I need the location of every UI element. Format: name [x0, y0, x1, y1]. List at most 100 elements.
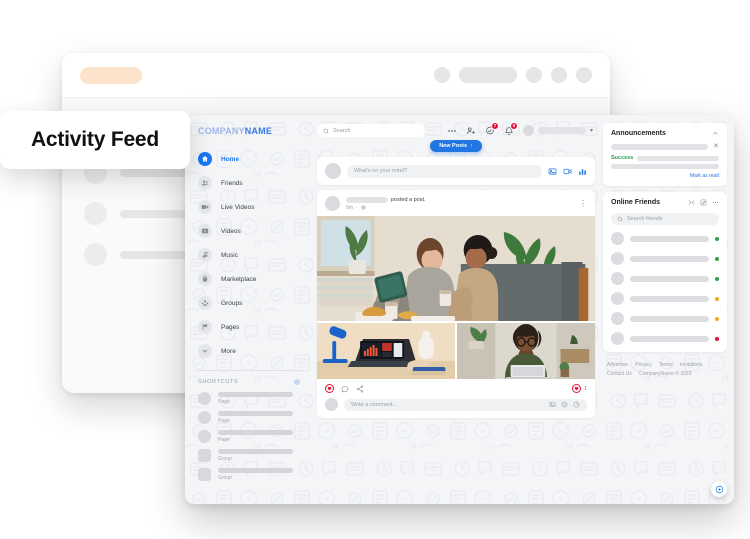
heart-reaction-icon[interactable]: [325, 384, 334, 393]
friend-search-placeholder: Search friends: [627, 216, 663, 222]
sidebar-item-label: Friends: [221, 179, 243, 187]
avatar: [325, 196, 340, 211]
share-icon[interactable]: [356, 385, 364, 393]
photo-icon[interactable]: [548, 167, 557, 176]
post-header: posted a post. 5m · ⋮: [317, 190, 595, 216]
shortcut-name-placeholder: [218, 468, 294, 473]
shortcut-type: Page: [218, 399, 230, 405]
footer-link-privacy[interactable]: Privacy: [635, 362, 651, 368]
online-friends-title: Online Friends: [611, 199, 661, 206]
home-icon: [198, 152, 212, 166]
comment-input[interactable]: Write a comment...: [344, 398, 587, 411]
post-image-couple-on-sofa[interactable]: [317, 216, 595, 321]
messages-icon[interactable]: 7: [485, 121, 499, 136]
post-image-man-with-laptop[interactable]: [457, 323, 595, 379]
chat-floating-button[interactable]: [711, 481, 727, 497]
footer-copyright: CompanyName © 2023: [639, 371, 692, 377]
shortcut-type: Group: [218, 475, 232, 481]
post-action-text: posted a post.: [391, 196, 426, 203]
close-icon[interactable]: ✕: [713, 143, 719, 150]
online-friend-row[interactable]: [611, 232, 719, 245]
footer-link-invitations[interactable]: Invitations: [680, 362, 703, 368]
sidebar-item-videos[interactable]: Videos: [185, 219, 313, 243]
app-topbar: Search 7 6 ▾: [317, 121, 595, 138]
sidebar-item-label: Live Videos: [221, 203, 255, 211]
new-posts-row: New Posts ↑: [317, 140, 595, 152]
profile-menu[interactable]: ▾: [522, 125, 593, 136]
avatar: [198, 449, 211, 462]
heart-reaction-badge-icon: [572, 384, 582, 393]
app-window: 24 COMPANYNAME Home Friends: [185, 115, 734, 504]
friend-search-input[interactable]: Search friends: [611, 213, 719, 225]
sidebar-item-friends[interactable]: Friends: [185, 171, 313, 195]
chevron-up-icon[interactable]: [712, 130, 719, 137]
sidebar-item-label: Marketplace: [221, 275, 257, 283]
footer-link-contact-us[interactable]: Contact Us: [607, 371, 632, 377]
status-badge: Success: [611, 155, 634, 161]
post-author-placeholder: [346, 196, 388, 203]
online-friend-row[interactable]: [611, 312, 719, 325]
comment-icon[interactable]: [341, 385, 349, 393]
reaction-count: 1: [584, 385, 587, 392]
shortcut-item[interactable]: Page: [185, 408, 313, 427]
sidebar-item-music[interactable]: Music: [185, 243, 313, 267]
footer-links: Advertise Privacy Terms Invitations Cont…: [603, 352, 727, 379]
online-friend-row[interactable]: [611, 292, 719, 305]
search-input[interactable]: Search: [317, 124, 425, 137]
shortcut-item[interactable]: Group: [185, 465, 313, 484]
background-toolbar-pill: [459, 67, 517, 83]
sidebar-item-groups[interactable]: Groups: [185, 291, 313, 315]
menu-dots-icon[interactable]: [447, 126, 457, 136]
comment-composer: Write a comment...: [317, 398, 595, 418]
groups-icon: [198, 296, 212, 310]
background-toolbar-right: [434, 67, 592, 83]
video-call-icon[interactable]: [688, 199, 695, 206]
composer-input[interactable]: What's on your mind?: [347, 164, 542, 178]
sidebar-item-live-videos[interactable]: Live Videos: [185, 195, 313, 219]
emoji-icon[interactable]: [561, 401, 568, 408]
more-dots-icon[interactable]: [712, 199, 719, 206]
post-more-options-icon[interactable]: ⋮: [579, 199, 587, 207]
sidebar-item-more[interactable]: More: [185, 339, 313, 363]
avatar: [198, 392, 211, 405]
brand-part-2: NAME: [244, 126, 273, 136]
announcements-header-actions: [712, 130, 719, 137]
video-camera-icon[interactable]: [563, 167, 572, 176]
shortcut-item[interactable]: Page: [185, 389, 313, 408]
mark-as-read-link[interactable]: Mark as read: [611, 173, 719, 179]
new-posts-button[interactable]: New Posts ↑: [430, 140, 482, 152]
friend-name-placeholder: [630, 235, 709, 242]
feed-post: posted a post. 5m · ⋮ 1 Write a comment.…: [317, 190, 595, 418]
chevron-down-icon: ▾: [589, 128, 593, 134]
post-timestamp: 5m: [346, 204, 353, 211]
online-friend-row[interactable]: [611, 272, 719, 285]
status-dot: [715, 276, 719, 281]
avatar: [84, 243, 107, 266]
post-image-laptop-dashboard[interactable]: [317, 323, 455, 379]
footer-link-terms[interactable]: Terms: [659, 362, 673, 368]
composer-actions: [548, 167, 587, 176]
sidebar-item-marketplace[interactable]: Marketplace: [185, 267, 313, 291]
compose-icon[interactable]: [700, 199, 707, 206]
sidebar-item-pages[interactable]: Pages: [185, 315, 313, 339]
shortcuts-settings-icon[interactable]: [294, 379, 300, 385]
announcements-panel: Announcements ✕ Success Mark as read: [603, 123, 727, 186]
sidebar-item-label: Groups: [221, 299, 243, 307]
search-icon: [323, 128, 329, 133]
background-toolbar-highlight: [80, 66, 142, 84]
globe-icon: [361, 205, 366, 210]
online-friend-row[interactable]: [611, 252, 719, 265]
online-friend-row[interactable]: [611, 332, 719, 345]
shortcut-item[interactable]: Page: [185, 427, 313, 446]
sticker-icon[interactable]: [573, 401, 580, 408]
reaction-summary: 1: [572, 384, 587, 393]
background-toolbar-dot: [551, 67, 567, 83]
footer-link-advertise[interactable]: Advertise: [607, 362, 628, 368]
image-icon[interactable]: [549, 401, 556, 408]
add-friend-icon[interactable]: [466, 126, 476, 136]
notifications-bell-icon[interactable]: 6: [504, 121, 518, 136]
shortcuts-header: SHORTCUTS: [185, 371, 313, 389]
sidebar-item-home[interactable]: Home: [185, 147, 313, 171]
shortcut-item[interactable]: Group: [185, 446, 313, 465]
poll-chart-icon[interactable]: [578, 167, 587, 176]
